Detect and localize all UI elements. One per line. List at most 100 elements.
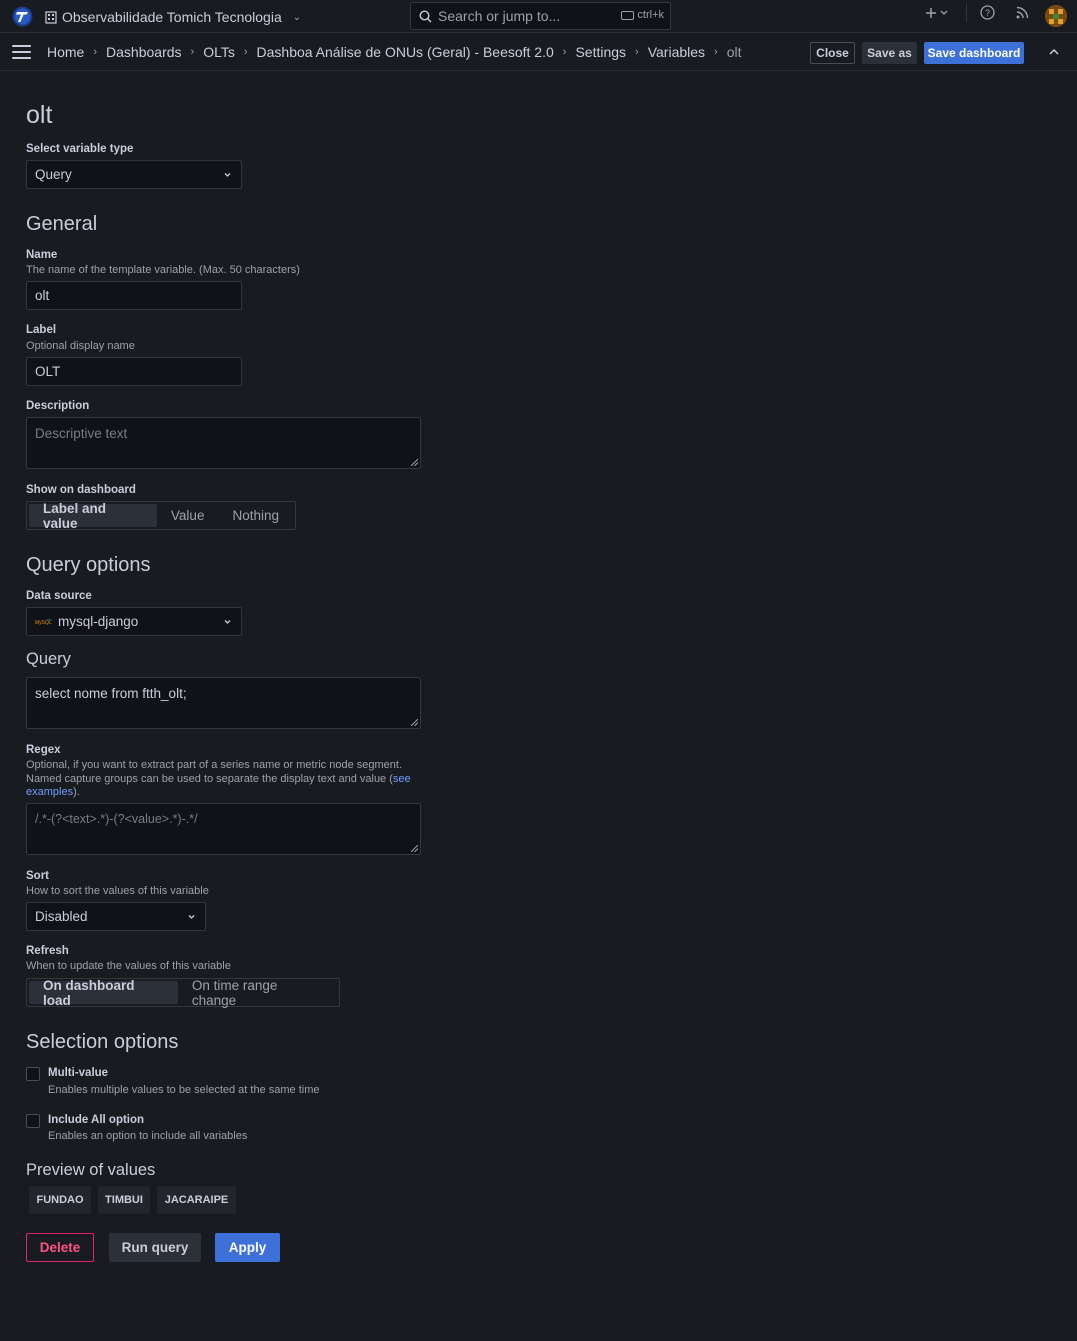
refresh-option-dashboard-load[interactable]: On dashboard load (29, 978, 178, 1008)
description-placeholder: Descriptive text (35, 426, 128, 441)
resize-grip-icon[interactable] (411, 719, 418, 726)
chevron-down-icon: ⌄ (292, 11, 302, 23)
news-button[interactable] (1014, 0, 1030, 25)
chevron-right-icon: › (635, 46, 639, 58)
chevron-right-icon: › (243, 46, 248, 58)
breadcrumb-bar: Home › Dashboards › OLTs › Dashboa Análise … (0, 33, 1077, 71)
sort-label: Sort (26, 870, 49, 882)
preview-value: FUNDAO (29, 1186, 91, 1214)
grafana-logo-icon[interactable] (12, 6, 33, 27)
chevron-right-icon: › (190, 46, 195, 58)
query-heading: Query (26, 650, 71, 668)
breadcrumb-home[interactable]: Home (47, 44, 84, 60)
include-all-checkbox[interactable] (26, 1114, 40, 1128)
chevron-right-icon: › (93, 46, 98, 58)
description-textarea[interactable]: Descriptive text (26, 417, 421, 469)
breadcrumb-settings[interactable]: Settings (575, 44, 626, 60)
chevron-down-icon (224, 620, 231, 624)
preview-value: TIMBUI (98, 1186, 150, 1214)
delete-button[interactable]: Delete (26, 1233, 94, 1262)
query-textarea[interactable]: select nome from ftth_olt; (26, 677, 421, 729)
breadcrumb: Home › Dashboards › OLTs › Dashboa Análise … (47, 44, 742, 60)
show-option-label-and-value[interactable]: Label and value (29, 501, 157, 531)
breadcrumb-dashboard[interactable]: Dashboa Análise de ONUs (Geral) - Beesof… (257, 44, 554, 60)
query-value: select nome from ftth_olt; (35, 686, 187, 701)
menu-icon[interactable] (12, 45, 31, 59)
org-name: Observabilidade Tomich Tecnologia (62, 9, 282, 25)
include-all-label: Include All option (48, 1114, 145, 1126)
top-bar: Observabilidade Tomich Tecnologia ⌄ Sear… (0, 0, 1077, 33)
name-input[interactable]: olt (26, 281, 242, 310)
apply-button[interactable]: Apply (215, 1233, 280, 1262)
datasource-value: mysql-django (58, 614, 139, 629)
regex-examples-link[interactable]: see (393, 773, 411, 785)
refresh-description: When to update the values of this variab… (26, 960, 231, 972)
regex-desc-line1: Optional, if you want to extract part of… (26, 759, 403, 771)
save-as-button[interactable]: Save as (862, 42, 917, 64)
variable-type-value: Query (35, 167, 72, 182)
regex-desc-line2: Named capture groups can be used to sepa… (26, 772, 393, 785)
show-option-value[interactable]: Value (157, 504, 219, 527)
chevron-down-icon (224, 173, 231, 177)
sort-value: Disabled (35, 909, 88, 924)
search-icon (419, 9, 432, 22)
sort-select[interactable]: Disabled (26, 902, 206, 931)
search-placeholder: Search or jump to... (438, 8, 561, 24)
breadcrumb-variables[interactable]: Variables (648, 44, 705, 60)
sort-description: How to sort the values of this variable (26, 885, 209, 897)
close-button[interactable]: Close (810, 42, 855, 64)
add-new-button[interactable] (922, 0, 954, 25)
regex-examples-link-2[interactable]: examples (26, 786, 73, 798)
variable-type-label: Select variable type (26, 143, 134, 155)
avatar-icon (1045, 5, 1067, 27)
search-shortcut: ctrl+k (621, 9, 664, 21)
org-switcher[interactable]: Observabilidade Tomich Tecnologia ⌄ (45, 8, 301, 26)
datasource-label: Data source (26, 590, 92, 602)
save-dashboard-button[interactable]: Save dashboard (924, 42, 1024, 64)
svg-text:?: ? (984, 8, 989, 18)
regex-textarea[interactable]: /.*-(?<text>.*)-(?<value>.*)-.*/ (26, 803, 421, 855)
name-description: The name of the template variable. (Max.… (26, 264, 300, 276)
shortcut-label: ctrl+k (637, 9, 664, 21)
datasource-select[interactable]: MySQL mysql-django (26, 607, 242, 636)
selection-options-heading: Selection options (26, 1031, 179, 1053)
variable-type-select[interactable]: Query (26, 160, 242, 189)
mysql-icon: MySQL (35, 618, 53, 626)
breadcrumb-current: olt (726, 44, 742, 60)
general-heading: General (26, 213, 98, 235)
breadcrumb-olts[interactable]: OLTs (203, 44, 235, 60)
rss-icon (1016, 6, 1028, 19)
include-all-description: Enables an option to include all variabl… (48, 1130, 248, 1142)
show-option-nothing[interactable]: Nothing (218, 504, 293, 527)
refresh-label: Refresh (26, 945, 69, 957)
chevron-down-icon (188, 915, 195, 919)
label-label: Label (26, 324, 57, 336)
user-avatar[interactable] (1045, 5, 1067, 27)
help-button[interactable]: ? (978, 0, 996, 25)
regex-label: Regex (26, 744, 61, 756)
search-input[interactable]: Search or jump to... ctrl+k (410, 2, 671, 30)
preview-value: JACARAIPE (157, 1186, 236, 1214)
show-on-dashboard-radio: Label and value Value Nothing (26, 501, 296, 531)
building-icon (45, 10, 57, 24)
show-on-dashboard-label: Show on dashboard (26, 484, 136, 496)
label-input[interactable]: OLT (26, 357, 242, 386)
regex-desc-end: ). (73, 786, 80, 798)
description-label: Description (26, 400, 90, 412)
resize-grip-icon[interactable] (411, 459, 418, 466)
run-query-button[interactable]: Run query (109, 1233, 201, 1262)
breadcrumb-dashboards[interactable]: Dashboards (106, 44, 182, 60)
chevron-up-icon[interactable] (1048, 46, 1060, 58)
keyboard-icon (621, 10, 635, 20)
regex-description: Optional, if you want to extract part of… (26, 759, 446, 800)
multi-value-checkbox[interactable] (26, 1067, 40, 1081)
chevron-right-icon: › (562, 46, 567, 58)
chevron-right-icon: › (714, 46, 718, 58)
refresh-option-time-range[interactable]: On time range change (178, 978, 337, 1008)
svg-text:MySQL: MySQL (35, 620, 52, 626)
preview-heading: Preview of values (26, 1161, 156, 1179)
regex-placeholder: /.*-(?<text>.*)-(?<value>.*)-.*/ (35, 812, 198, 826)
divider (966, 3, 967, 22)
query-options-heading: Query options (26, 554, 151, 576)
resize-grip-icon[interactable] (411, 845, 418, 852)
